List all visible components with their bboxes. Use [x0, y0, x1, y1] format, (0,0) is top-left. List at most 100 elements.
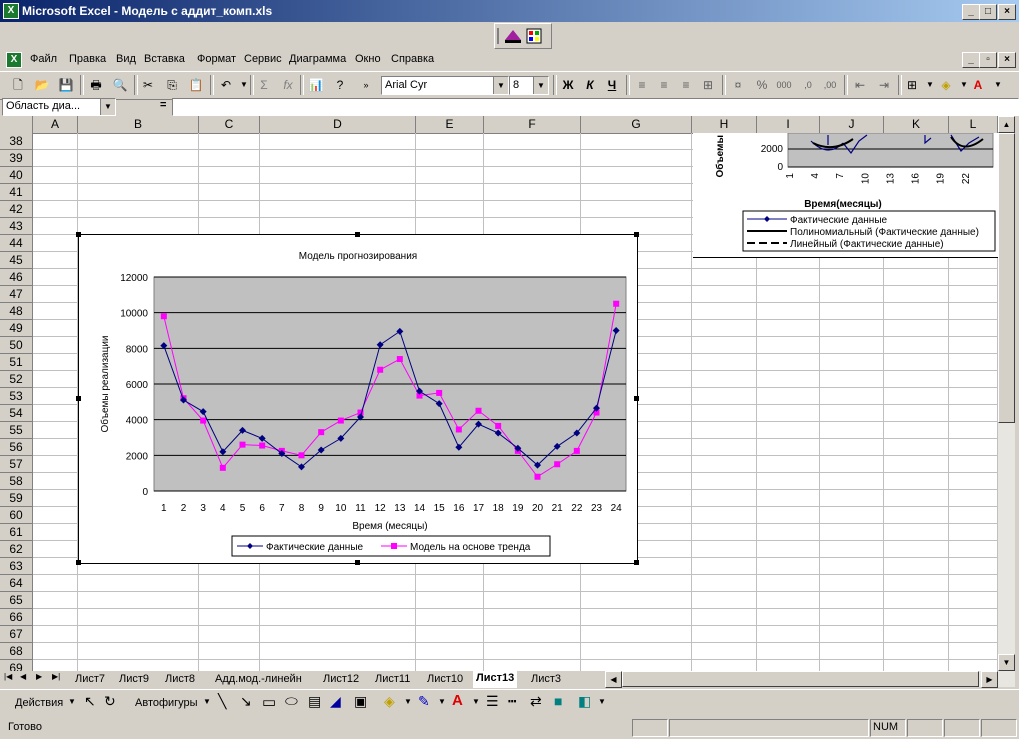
rectangle-icon[interactable]: ▭ [262, 693, 276, 711]
row-header[interactable]: 55 [0, 422, 33, 439]
row-header[interactable]: 60 [0, 507, 33, 524]
row-header[interactable]: 49 [0, 320, 33, 337]
row-header[interactable]: 63 [0, 558, 33, 575]
chevron-down-icon[interactable]: ▼ [493, 77, 508, 94]
align-left-icon[interactable]: ≡ [632, 75, 652, 95]
decrease-indent-icon[interactable]: ⇤ [850, 75, 870, 95]
open-icon[interactable]: 📂 [32, 75, 52, 95]
function-icon[interactable]: fx [278, 75, 298, 95]
tab-list12[interactable]: Лист12 [320, 672, 362, 687]
arrow-icon[interactable]: ↘ [240, 693, 252, 710]
resize-handle[interactable] [634, 560, 639, 565]
doc-minimize-button[interactable]: _ [962, 52, 980, 68]
chart-wizard-icon[interactable]: 📊 [306, 75, 326, 95]
merge-center-icon[interactable]: ⊞ [698, 75, 718, 95]
row-header[interactable]: 56 [0, 439, 33, 456]
textbox-icon[interactable]: ▤ [308, 693, 321, 710]
menu-format[interactable]: Формат [197, 53, 236, 65]
row-header[interactable]: 65 [0, 592, 33, 609]
print-icon[interactable]: 🖶 [86, 75, 106, 95]
font-size-select[interactable]: 8 ▼ [509, 76, 549, 95]
horizontal-scrollbar[interactable]: ◀ ▶ [605, 671, 1015, 688]
decrease-decimal-icon[interactable]: ,00 [820, 75, 840, 95]
line-style-icon[interactable]: ☰ [486, 693, 499, 710]
scroll-up-icon[interactable]: ▲ [998, 116, 1015, 133]
actions-menu[interactable]: Действия [15, 697, 63, 709]
shadow-icon[interactable]: ■ [554, 693, 562, 709]
row-header[interactable]: 58 [0, 473, 33, 490]
row-header[interactable]: 48 [0, 303, 33, 320]
resize-handle[interactable] [76, 396, 81, 401]
workbook-icon[interactable]: X [6, 52, 22, 68]
row-header[interactable]: 39 [0, 150, 33, 167]
row-header[interactable]: 66 [0, 609, 33, 626]
last-sheet-icon[interactable]: ▶| [52, 672, 60, 681]
fill-color-icon[interactable]: ◈ [936, 75, 956, 95]
maximize-button[interactable]: □ [979, 4, 997, 20]
scroll-left-icon[interactable]: ◀ [605, 671, 622, 688]
select-all-corner[interactable] [0, 116, 33, 134]
resize-handle[interactable] [355, 560, 360, 565]
menu-help[interactable]: Справка [391, 53, 434, 65]
increase-indent-icon[interactable]: ⇥ [874, 75, 894, 95]
chevron-down-icon[interactable]: ▼ [472, 697, 480, 706]
menu-file[interactable]: Файл [30, 53, 57, 65]
tab-list8[interactable]: Лист8 [162, 672, 198, 687]
row-header[interactable]: 68 [0, 643, 33, 660]
line-color-icon[interactable]: ✎ [418, 693, 430, 710]
row-header[interactable]: 50 [0, 337, 33, 354]
column-header[interactable]: B [78, 116, 199, 134]
cut-icon[interactable]: ✂ [138, 75, 158, 95]
chevron-down-icon[interactable]: ▼ [203, 697, 211, 706]
resize-handle[interactable] [634, 396, 639, 401]
row-header[interactable]: 62 [0, 541, 33, 558]
arrow-style-icon[interactable]: ⇄ [530, 693, 542, 710]
excel-icon[interactable]: X [3, 3, 19, 19]
column-header[interactable]: L [949, 116, 998, 134]
increase-decimal-icon[interactable]: ,0 [798, 75, 818, 95]
row-header[interactable]: 64 [0, 575, 33, 592]
row-header[interactable]: 45 [0, 252, 33, 269]
chart-secondary[interactable]: 2000 0 Объемы 1 4 7 10 13 16 19 22 Время(месяцы… [693, 133, 999, 258]
minimize-button[interactable]: _ [962, 4, 980, 20]
row-header[interactable]: 43 [0, 218, 33, 235]
currency-icon[interactable]: ¤ [728, 75, 748, 95]
resize-handle[interactable] [76, 232, 81, 237]
resize-handle[interactable] [76, 560, 81, 565]
row-header[interactable]: 59 [0, 490, 33, 507]
prev-sheet-icon[interactable]: ◀ [20, 672, 26, 681]
tab-list10[interactable]: Лист10 [424, 672, 466, 687]
column-header[interactable]: I [757, 116, 820, 134]
chart-objects-icon[interactable] [526, 28, 542, 44]
formula-input[interactable] [172, 98, 1019, 116]
name-box[interactable]: Область диа... ▼ [2, 98, 116, 116]
clipart-icon[interactable]: ▣ [354, 693, 367, 710]
wordart-icon[interactable]: ◢ [330, 693, 341, 710]
save-icon[interactable]: 💾 [56, 75, 76, 95]
chevron-down-icon[interactable]: ▼ [533, 77, 548, 94]
menu-insert[interactable]: Вставка [144, 53, 185, 65]
bold-button[interactable]: Ж [558, 75, 578, 95]
resize-handle[interactable] [355, 232, 360, 237]
scroll-right-icon[interactable]: ▶ [981, 671, 998, 688]
row-header[interactable]: 69 [0, 660, 33, 671]
font-color-icon[interactable]: A [452, 692, 463, 709]
fill-color-icon[interactable]: ◈ [384, 693, 395, 710]
autoshapes-menu[interactable]: Автофигуры [135, 697, 198, 709]
h-scroll-thumb[interactable] [622, 671, 979, 687]
row-header[interactable]: 42 [0, 201, 33, 218]
tab-list11[interactable]: Лист11 [372, 672, 413, 687]
align-center-icon[interactable]: ≡ [654, 75, 674, 95]
menu-view[interactable]: Вид [116, 53, 136, 65]
font-color-icon[interactable]: A [968, 75, 988, 95]
column-header[interactable]: D [260, 116, 416, 134]
row-header[interactable]: 41 [0, 184, 33, 201]
percent-icon[interactable]: % [752, 75, 772, 95]
chevron-down-icon[interactable]: ▼ [598, 697, 606, 706]
column-header[interactable]: H [692, 116, 757, 134]
help-icon[interactable]: ? [330, 75, 350, 95]
undo-icon[interactable]: ↶ [216, 75, 236, 95]
line-icon[interactable]: ╲ [218, 693, 226, 710]
vertical-scrollbar[interactable]: ▲ ▼ [998, 116, 1015, 671]
column-header[interactable]: K [884, 116, 949, 134]
